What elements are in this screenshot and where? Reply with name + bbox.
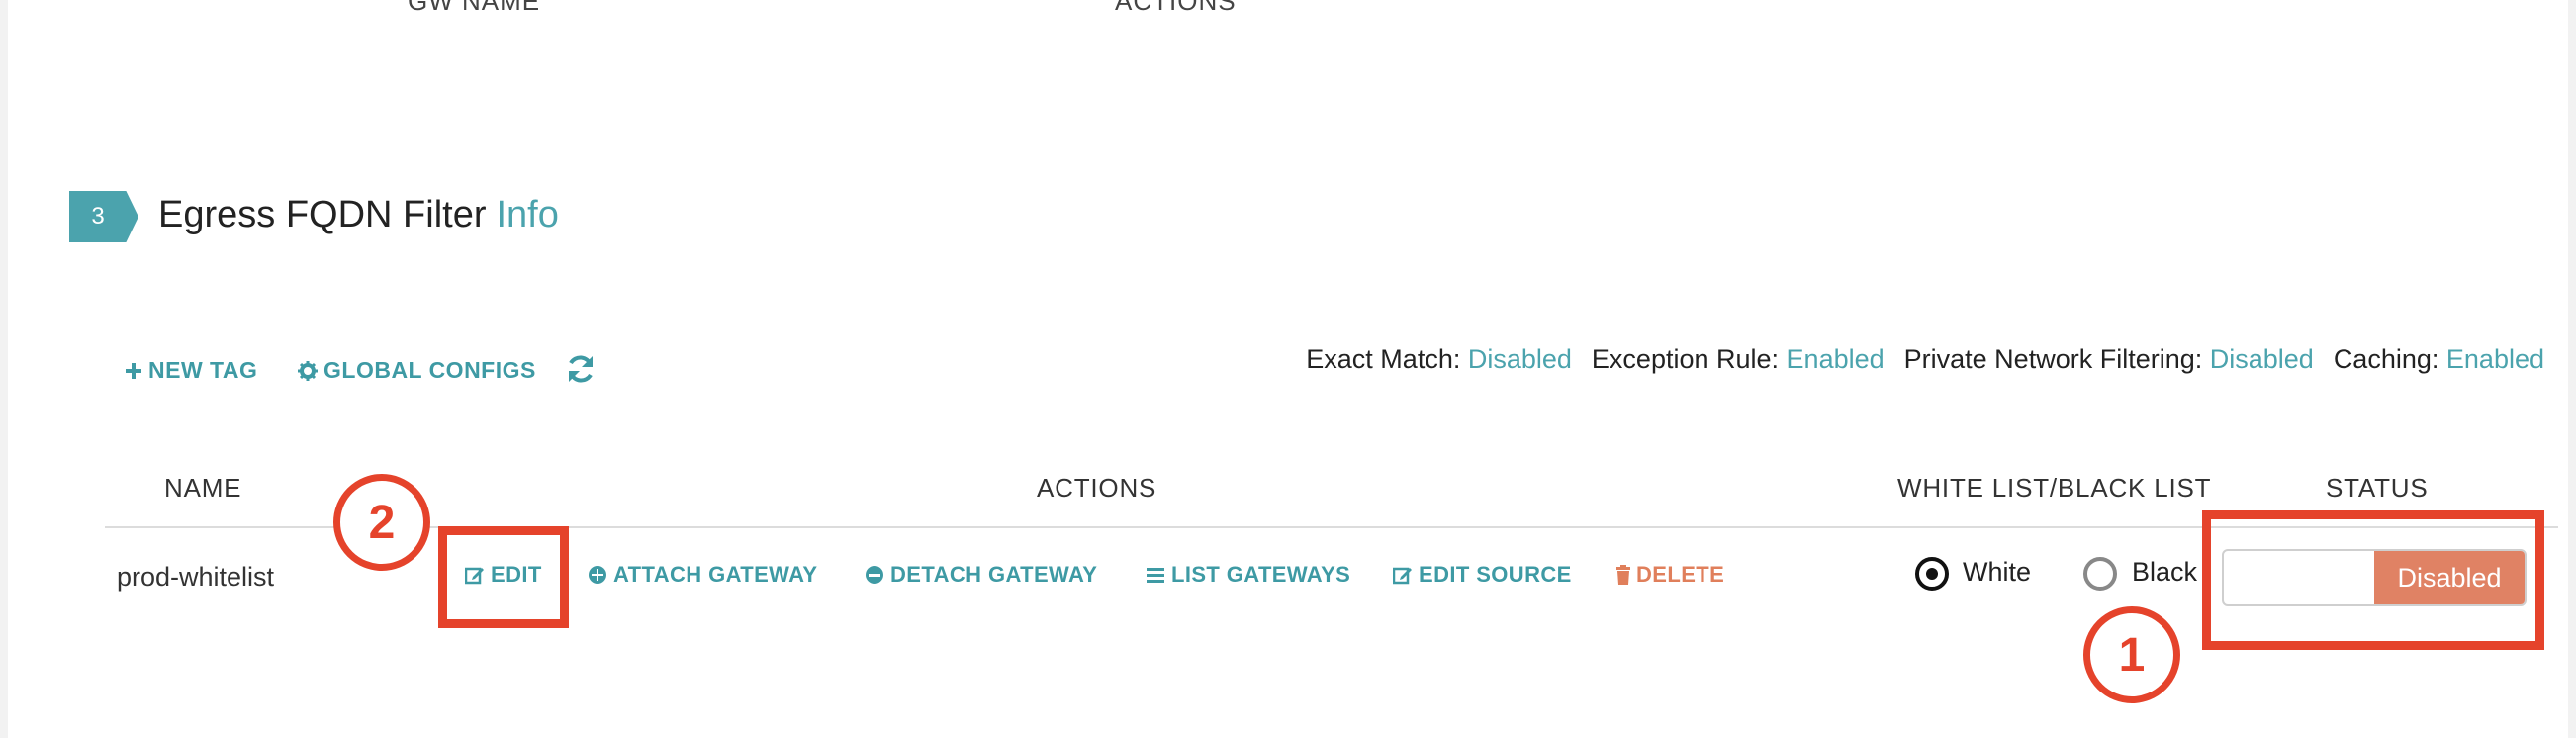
black-list-radio[interactable] [2083, 557, 2117, 591]
page-right-edge [2568, 0, 2576, 738]
black-list-label: Black [2132, 557, 2198, 587]
trash-icon [1616, 565, 1630, 585]
annotation-box-status [2202, 510, 2544, 650]
plus-icon [126, 362, 141, 379]
attach-gateway-label: ATTACH GATEWAY [613, 562, 818, 587]
white-list-label: White [1963, 557, 2032, 587]
info-link[interactable]: Info [496, 194, 558, 235]
attach-gateway-button[interactable]: ATTACH GATEWAY [588, 562, 817, 588]
caching-setting: Caching: Enabled [2333, 344, 2544, 374]
col-header-actions: ACTIONS [1037, 473, 1157, 503]
exact-match-setting: Exact Match: Disabled [1306, 344, 1572, 374]
section-title: Egress FQDN Filter Info [158, 194, 559, 236]
filter-settings-summary: Exact Match: Disabled Exception Rule: En… [1306, 344, 2544, 375]
edit-source-label: EDIT SOURCE [1419, 562, 1572, 587]
global-configs-label: GLOBAL CONFIGS [323, 357, 536, 383]
list-gateways-button[interactable]: LIST GATEWAYS [1146, 562, 1350, 588]
prev-col-actions: ACTIONS [1115, 0, 1237, 16]
col-header-name: NAME [164, 473, 242, 503]
prev-col-gw-name: GW NAME [408, 0, 541, 16]
detach-gateway-button[interactable]: DETACH GATEWAY [865, 562, 1097, 588]
list-icon [1147, 568, 1164, 583]
new-tag-button[interactable]: NEW TAG [125, 357, 257, 384]
minus-circle-icon [866, 566, 883, 584]
global-configs-button[interactable]: GLOBAL CONFIGS [298, 357, 536, 384]
page-left-edge [0, 0, 8, 738]
edit-icon [1393, 567, 1412, 585]
exception-rule-setting: Exception Rule: Enabled [1591, 344, 1885, 374]
annotation-box-edit [438, 526, 569, 628]
delete-button[interactable]: DELETE [1616, 562, 1724, 588]
col-header-list-type: WHITE LIST/BLACK LIST [1897, 473, 2212, 503]
exact-match-value[interactable]: Disabled [1468, 344, 1572, 374]
annotation-marker-2: 2 [333, 474, 430, 571]
edit-source-button[interactable]: EDIT SOURCE [1393, 562, 1572, 588]
refresh-icon[interactable] [564, 352, 598, 386]
row-name: prod-whitelist [117, 562, 275, 592]
new-tag-label: NEW TAG [148, 357, 258, 383]
detach-gateway-label: DETACH GATEWAY [890, 562, 1098, 587]
list-gateways-label: LIST GATEWAYS [1171, 562, 1351, 587]
plus-circle-icon [589, 566, 606, 584]
section-title-text: Egress FQDN Filter [158, 194, 487, 235]
private-network-filtering-setting: Private Network Filtering: Disabled [1903, 344, 2314, 374]
col-header-status: STATUS [2326, 473, 2429, 503]
delete-label: DELETE [1636, 562, 1725, 587]
private-network-filtering-value[interactable]: Disabled [2210, 344, 2314, 374]
exception-rule-value[interactable]: Enabled [1787, 344, 1885, 374]
annotation-marker-1: 1 [2083, 606, 2180, 703]
white-list-radio[interactable] [1915, 557, 1949, 591]
step-badge: 3 [69, 191, 138, 242]
gear-icon [298, 360, 318, 381]
caching-value[interactable]: Enabled [2446, 344, 2544, 374]
